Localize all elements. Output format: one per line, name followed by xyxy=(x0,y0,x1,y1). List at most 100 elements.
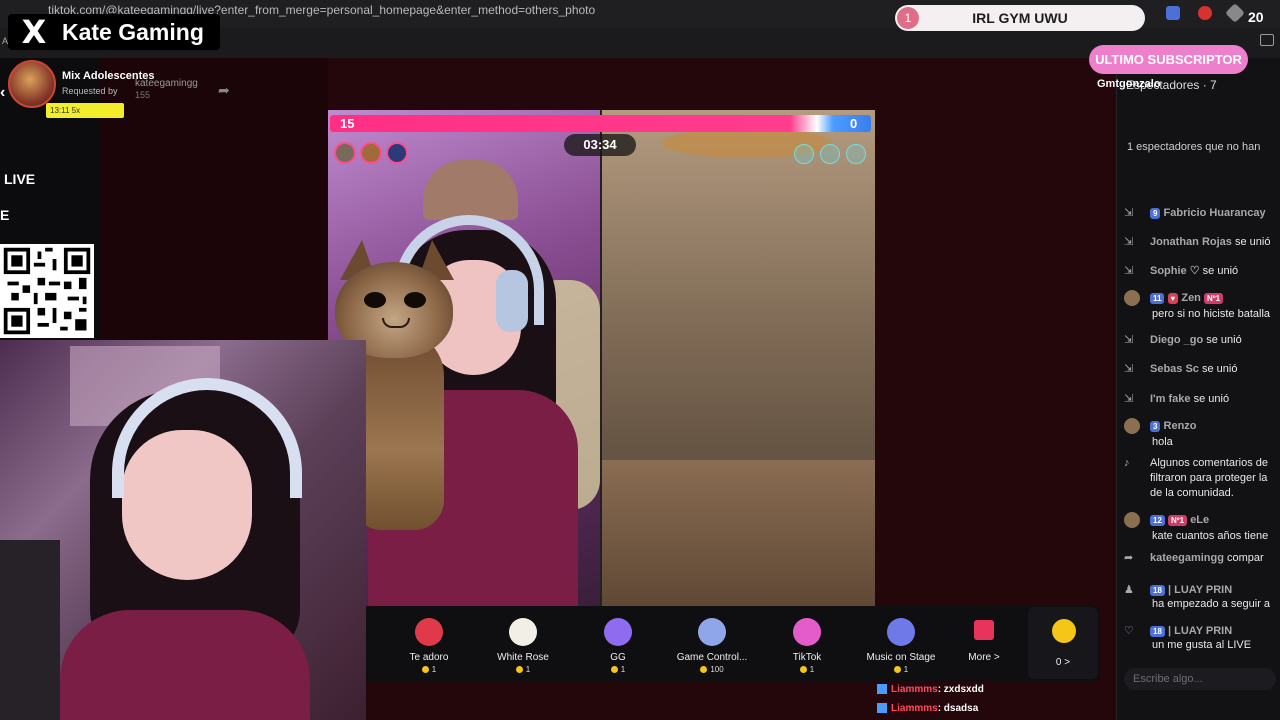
chat-username[interactable]: Sebas Sc xyxy=(1150,363,1199,375)
user-avatar[interactable] xyxy=(1124,290,1140,306)
chat-username[interactable]: Renzo xyxy=(1164,420,1197,432)
chat-username[interactable]: Sophie ♡ xyxy=(1150,265,1200,277)
chat-username[interactable]: Jonathan Rojas xyxy=(1150,236,1232,248)
seat-icon-3[interactable] xyxy=(846,144,866,164)
gift-icon xyxy=(887,618,915,646)
user-avatar[interactable] xyxy=(1124,512,1140,528)
coin-icon xyxy=(799,666,807,674)
share-icon: ➦ xyxy=(1124,552,1134,564)
chat-panel xyxy=(1116,58,1280,720)
gift-item[interactable]: White Rose 1 xyxy=(477,618,569,674)
seat-icon-1[interactable] xyxy=(794,144,814,164)
chat-text: se unió xyxy=(1234,236,1271,248)
goal-count: 20 xyxy=(1248,9,1264,25)
gift-item[interactable]: Music on Stage 1 xyxy=(855,618,947,674)
gift-more-label: More > xyxy=(968,652,1000,663)
gift-price-value: 1 xyxy=(903,665,909,674)
coin-icon xyxy=(1052,619,1076,643)
gift-price: 1 xyxy=(572,665,664,674)
x-logo-icon: X xyxy=(21,13,47,51)
chat-message: filtraron para proteger la xyxy=(1124,472,1280,484)
coin-icon xyxy=(893,666,901,674)
song-user: kateegamingg xyxy=(135,78,198,89)
level-badge: 11 xyxy=(1150,292,1165,304)
chat-message: ⇲ 9 Fabricio Huarancay xyxy=(1124,206,1280,219)
level-badge: 9 xyxy=(1150,207,1161,219)
chat-username[interactable]: I'm fake xyxy=(1150,393,1191,405)
coin-icon xyxy=(515,666,523,674)
plush-tigers xyxy=(423,160,518,220)
chat-username[interactable]: Zen xyxy=(1181,292,1201,304)
extension-icon[interactable] xyxy=(1166,6,1180,20)
folder-icon[interactable] xyxy=(1260,34,1274,46)
battle-score-bar xyxy=(330,115,871,132)
level-badge: 18 xyxy=(1150,584,1165,596)
chat-message: ♡ 18 | LUAY PRIN un me gusta al LIVE xyxy=(1124,624,1280,651)
supporter-avatar-3[interactable] xyxy=(386,142,408,164)
gift-icon xyxy=(604,618,632,646)
chat-text: se unió xyxy=(1201,363,1238,375)
overlay-chat-user: Liammms xyxy=(891,703,938,714)
chat-input[interactable]: Escribe algo... xyxy=(1124,668,1276,690)
song-count: 155 xyxy=(135,90,151,100)
coin-label: 0 > xyxy=(1055,657,1071,668)
streamer-webcam xyxy=(0,340,366,720)
gift-item[interactable]: Te adoro 1 xyxy=(383,618,475,674)
join-icon: ⇲ xyxy=(1124,207,1134,219)
chat-username[interactable]: eLe xyxy=(1190,514,1209,526)
level-badge: 18 xyxy=(1150,625,1165,637)
overlay-chat-msg: : dsadsa xyxy=(937,703,979,714)
last-subscriber-pill: ULTIMO SUBSCRIPTOR xyxy=(1089,45,1248,74)
chat-text: se unió xyxy=(1206,334,1242,346)
gift-price-value: 1 xyxy=(525,665,531,674)
chat-username[interactable]: Diego _go xyxy=(1150,334,1203,346)
chat-text: pero si no hiciste batalla xyxy=(1152,308,1271,320)
coin-icon xyxy=(421,666,429,674)
overlay-chat-user: Liammms xyxy=(891,684,938,695)
chat-text: un me gusta al LIVE xyxy=(1152,639,1252,651)
gift-name: TikTok xyxy=(792,652,822,663)
puzzle-icon[interactable] xyxy=(1225,3,1245,23)
gift-icon xyxy=(793,618,821,646)
rank-badge: Nº1 xyxy=(1203,292,1224,304)
gift-more[interactable]: More > xyxy=(962,620,1006,663)
stage-shadow xyxy=(100,58,328,340)
gift-item[interactable]: Game Control... 100 xyxy=(666,618,758,674)
gift-name: Te adoro xyxy=(409,652,449,663)
user-avatar[interactable] xyxy=(1124,418,1140,434)
chat-message: ➦ kateegamingg compar xyxy=(1124,551,1280,564)
cat-eye-right xyxy=(404,292,426,308)
join-icon: ⇲ xyxy=(1124,236,1134,248)
back-arrow-icon[interactable]: ‹ xyxy=(0,84,5,102)
cat-eye-left xyxy=(364,292,386,308)
gift-item[interactable]: GG 1 xyxy=(572,618,664,674)
song-requested-by: Requested by xyxy=(62,86,118,96)
chat-username[interactable]: | LUAY PRIN xyxy=(1168,584,1232,596)
chat-message: ⇲ Sophie ♡ se unió xyxy=(1124,264,1280,277)
chat-username[interactable]: Fabricio Huarancay xyxy=(1164,207,1266,219)
song-tag: 13:11 5x xyxy=(46,103,124,118)
chat-username[interactable]: kateegamingg xyxy=(1150,552,1224,564)
gift-box-icon xyxy=(974,620,994,640)
gift-name: GG xyxy=(610,652,626,663)
supporter-avatar-1[interactable] xyxy=(334,142,356,164)
gift-price-value: 1 xyxy=(431,665,437,674)
seat-icon-2[interactable] xyxy=(820,144,840,164)
qr-code-graphic xyxy=(0,244,94,338)
platform-icon xyxy=(877,703,887,714)
record-icon[interactable] xyxy=(1198,6,1212,20)
gift-item[interactable]: TikTok 1 xyxy=(761,618,853,674)
chat-message: ♪ Algunos comentarios de xyxy=(1124,457,1280,469)
coin-balance[interactable]: 0 > xyxy=(1028,607,1098,679)
brand-badge: X Kate Gaming xyxy=(8,14,220,50)
gift-price-value: 1 xyxy=(620,665,626,674)
share-arrow-icon[interactable]: ➦ xyxy=(218,82,230,99)
brand-name: Kate Gaming xyxy=(62,18,204,45)
left-live-label: LIVE xyxy=(4,171,36,187)
chat-message: de la comunidad. xyxy=(1124,487,1280,499)
chat-username[interactable]: | LUAY PRIN xyxy=(1168,625,1232,637)
score-right: 0 xyxy=(850,116,858,131)
supporter-avatar-2[interactable] xyxy=(360,142,382,164)
chat-text: Algunos comentarios de xyxy=(1150,457,1269,469)
join-icon: ⇲ xyxy=(1124,363,1134,375)
